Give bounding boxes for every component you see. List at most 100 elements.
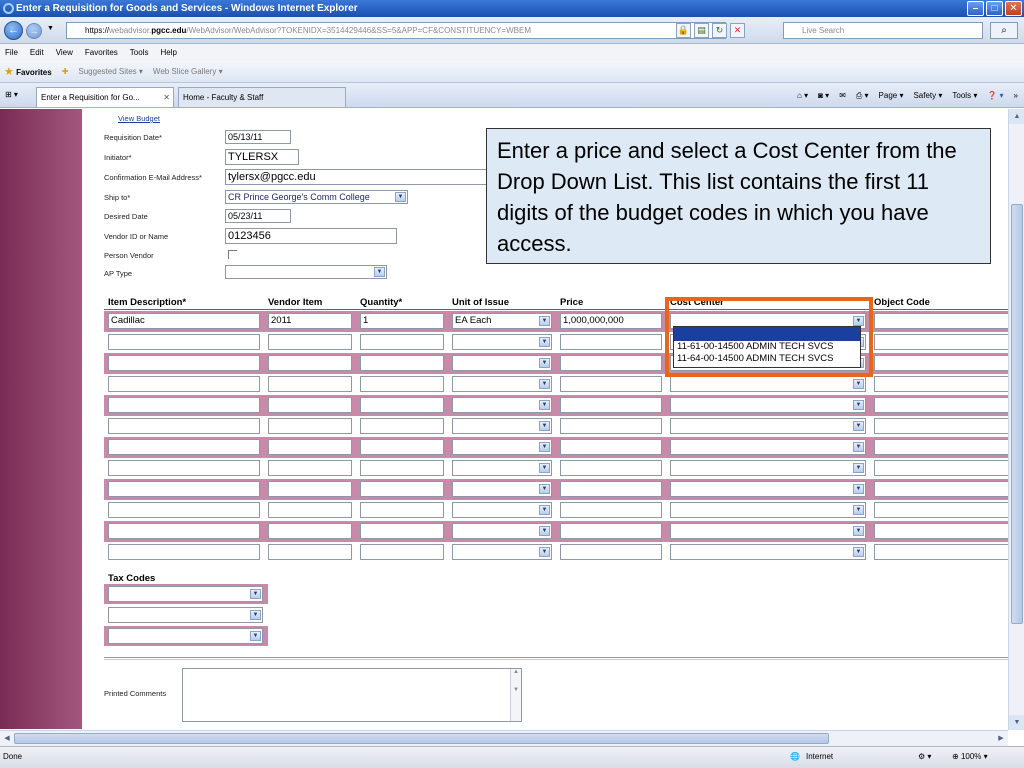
chevron-down-icon[interactable]: ▼ — [853, 526, 864, 536]
chevron-down-icon[interactable]: ▼ — [374, 267, 385, 277]
cost-center-select[interactable]: ▼ — [670, 460, 866, 476]
chevron-down-icon[interactable]: ▼ — [853, 400, 864, 410]
cost-center-dropdown-list[interactable]: 11-61-00-14500 ADMIN TECH SVCS 11-64-00-… — [673, 326, 861, 368]
vendor-item-input[interactable] — [268, 439, 352, 455]
forward-button[interactable]: → — [26, 23, 42, 39]
tax-code-select[interactable]: ▼ — [108, 607, 263, 623]
desired-date-input[interactable]: 05/23/11 — [225, 209, 291, 223]
suggested-sites-link[interactable]: Suggested Sites ▾ — [78, 67, 143, 76]
vendor-item-input[interactable] — [268, 460, 352, 476]
comments-scrollbar[interactable]: ▲ ▼ — [510, 669, 521, 721]
quantity-input[interactable]: 1 — [360, 313, 444, 329]
vendor-item-input[interactable] — [268, 418, 352, 434]
email-input[interactable]: tylersx@pgcc.edu — [225, 169, 487, 185]
item-description-input[interactable] — [108, 481, 260, 497]
chevron-down-icon[interactable]: ▼ — [539, 358, 550, 368]
scroll-down-icon[interactable]: ▼ — [1009, 715, 1024, 730]
quantity-input[interactable] — [360, 523, 444, 539]
menu-favorites[interactable]: Favorites — [85, 44, 118, 61]
refresh-icon[interactable]: ↻ — [712, 23, 727, 38]
chevron-down-icon[interactable]: ▼ — [539, 379, 550, 389]
scroll-up-icon[interactable]: ▲ — [1009, 109, 1024, 124]
item-description-input[interactable] — [108, 544, 260, 560]
ship-to-select[interactable]: CR Prince George's Comm College ▼ — [225, 190, 408, 204]
tab-home-faculty[interactable]: Home - Faculty & Staff — [178, 87, 346, 107]
unit-of-issue-select[interactable]: ▼ — [452, 418, 552, 434]
initiator-input[interactable]: TYLERSX — [225, 149, 299, 165]
live-search-input[interactable]: Live Search — [783, 22, 983, 39]
vendor-item-input[interactable] — [268, 544, 352, 560]
unit-of-issue-select[interactable]: ▼ — [452, 460, 552, 476]
chevron-down-icon[interactable]: ▼ — [539, 421, 550, 431]
object-code-input[interactable] — [874, 376, 1008, 392]
chevron-down-icon[interactable]: ▼ — [853, 379, 864, 389]
chevron-down-icon[interactable]: ▼ — [539, 442, 550, 452]
protected-mode-icon[interactable]: ⚙ ▾ — [918, 747, 931, 767]
unit-of-issue-select[interactable]: ▼ — [452, 334, 552, 350]
chevron-down-icon[interactable]: ▼ — [853, 421, 864, 431]
price-input[interactable]: 1,000,000,000 — [560, 313, 662, 329]
scroll-right-icon[interactable]: ▶ — [994, 731, 1008, 746]
item-description-input[interactable] — [108, 439, 260, 455]
cost-center-option[interactable]: 11-61-00-14500 ADMIN TECH SVCS — [674, 341, 860, 353]
ap-type-select[interactable]: ▼ — [225, 265, 387, 279]
print-icon[interactable]: ⎙ ▾ — [856, 89, 869, 103]
cost-center-select[interactable]: ▼ — [670, 418, 866, 434]
price-input[interactable] — [560, 334, 662, 350]
stop-icon[interactable]: ✕ — [730, 23, 745, 38]
chevron-down-icon[interactable]: ▼ — [539, 484, 550, 494]
tab-requisition[interactable]: Enter a Requisition for Go... ✕ — [36, 87, 174, 107]
item-description-input[interactable] — [108, 355, 260, 371]
menu-view[interactable]: View — [56, 44, 73, 61]
object-code-input[interactable] — [874, 460, 1008, 476]
price-input[interactable] — [560, 418, 662, 434]
chevron-down-icon[interactable]: ▼ — [539, 316, 550, 326]
unit-of-issue-select[interactable]: ▼ — [452, 355, 552, 371]
item-description-input[interactable] — [108, 334, 260, 350]
object-code-input[interactable] — [874, 334, 1008, 350]
price-input[interactable] — [560, 460, 662, 476]
mail-icon[interactable]: ✉ — [839, 89, 846, 103]
chevron-down-icon[interactable]: ▼ — [539, 505, 550, 515]
quantity-input[interactable] — [360, 334, 444, 350]
price-input[interactable] — [560, 481, 662, 497]
vendor-item-input[interactable] — [268, 481, 352, 497]
vendor-item-input[interactable]: 2011 — [268, 313, 352, 329]
compatibility-icon[interactable]: ▤ — [694, 23, 709, 38]
chevron-down-icon[interactable]: ▼ — [853, 442, 864, 452]
vendor-item-input[interactable] — [268, 523, 352, 539]
quantity-input[interactable] — [360, 439, 444, 455]
maximize-button[interactable]: □ — [986, 1, 1003, 16]
price-input[interactable] — [560, 502, 662, 518]
quantity-input[interactable] — [360, 376, 444, 392]
vendor-item-input[interactable] — [268, 502, 352, 518]
horizontal-scroll-thumb[interactable] — [14, 733, 829, 744]
home-icon[interactable]: ⌂ ▾ — [797, 89, 808, 103]
item-description-input[interactable]: Cadillac — [108, 313, 260, 329]
chevron-down-icon[interactable]: ▼ — [250, 589, 261, 599]
search-icon[interactable]: ⌕ — [990, 22, 1018, 39]
chevron-down-icon[interactable]: ▼ — [853, 463, 864, 473]
cost-center-select[interactable]: ▼ — [670, 481, 866, 497]
price-input[interactable] — [560, 544, 662, 560]
chevron-down-icon[interactable]: ▼ — [250, 631, 261, 641]
vendor-item-input[interactable] — [268, 355, 352, 371]
unit-of-issue-select[interactable]: ▼ — [452, 397, 552, 413]
page-menu[interactable]: Page ▾ — [879, 89, 904, 103]
cost-center-select[interactable]: ▼ — [670, 397, 866, 413]
price-input[interactable] — [560, 439, 662, 455]
menu-tools[interactable]: Tools — [130, 44, 149, 61]
object-code-input[interactable] — [874, 313, 1008, 329]
chevron-down-icon[interactable]: ▼ — [539, 547, 550, 557]
chevron-down-icon[interactable]: ▼ — [250, 610, 261, 620]
vendor-input[interactable]: 0123456 — [225, 228, 397, 244]
object-code-input[interactable] — [874, 544, 1008, 560]
item-description-input[interactable] — [108, 523, 260, 539]
quantity-input[interactable] — [360, 418, 444, 434]
lock-icon[interactable]: 🔒 — [676, 23, 691, 38]
quantity-input[interactable] — [360, 502, 444, 518]
chevron-down-icon[interactable]: ▼ — [853, 316, 864, 326]
object-code-input[interactable] — [874, 523, 1008, 539]
cost-center-select[interactable]: ▼ — [670, 439, 866, 455]
cost-center-select[interactable]: ▼ — [670, 502, 866, 518]
